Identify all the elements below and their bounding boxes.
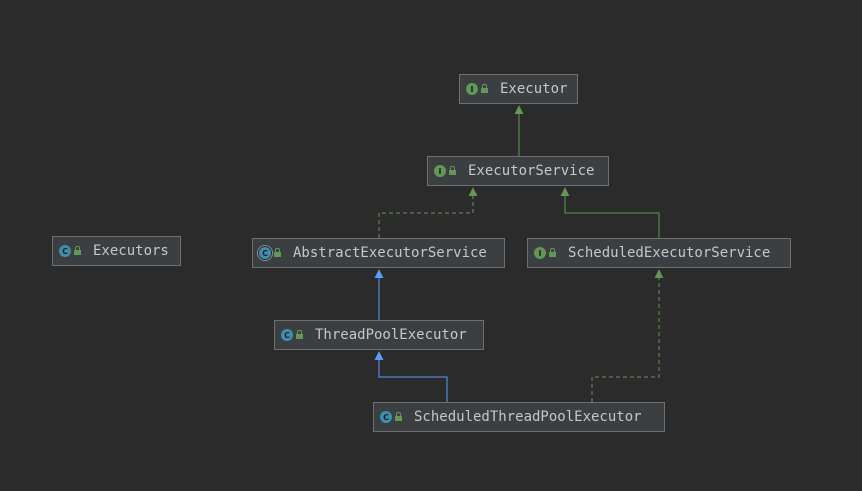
edge-abstract-executor-service-to-executor-service	[378, 187, 478, 238]
interface-icon: I	[434, 165, 446, 177]
node-executors[interactable]: C Executors	[52, 236, 181, 266]
public-access-icon	[549, 248, 556, 257]
public-access-icon	[449, 166, 456, 175]
class-icon: C	[281, 329, 293, 341]
public-access-icon	[74, 246, 81, 255]
node-label: Executor	[500, 81, 568, 97]
node-label: ExecutorService	[468, 163, 595, 179]
node-label: ScheduledExecutorService	[568, 245, 771, 261]
node-label: ThreadPoolExecutor	[315, 327, 467, 343]
class-icon: C	[59, 245, 71, 257]
public-access-icon	[395, 412, 402, 421]
node-executor-service[interactable]: I ExecutorService	[427, 156, 609, 186]
node-thread-pool-executor[interactable]: C ThreadPoolExecutor	[274, 320, 484, 350]
edge-scheduled-thread-pool-executor-to-scheduled-executor-service	[591, 269, 664, 402]
node-label: AbstractExecutorService	[293, 245, 487, 261]
node-scheduled-thread-pool-executor[interactable]: C ScheduledThreadPoolExecutor	[373, 402, 665, 432]
node-label: Executors	[93, 243, 169, 259]
node-abstract-executor-service[interactable]: C AbstractExecutorService	[252, 238, 505, 268]
interface-icon: I	[466, 83, 478, 95]
public-access-icon	[481, 84, 488, 93]
node-label: ScheduledThreadPoolExecutor	[414, 409, 642, 425]
edge-scheduled-thread-pool-executor-to-thread-pool-executor	[374, 351, 448, 402]
public-access-icon	[296, 330, 303, 339]
public-access-icon	[274, 248, 281, 257]
class-icon: C	[380, 411, 392, 423]
node-scheduled-executor-service[interactable]: I ScheduledExecutorService	[527, 238, 791, 268]
edge-scheduled-executor-service-to-executor-service	[560, 187, 660, 238]
interface-icon: I	[534, 247, 546, 259]
abstract-class-icon: C	[259, 247, 271, 259]
node-executor[interactable]: I Executor	[459, 74, 578, 104]
